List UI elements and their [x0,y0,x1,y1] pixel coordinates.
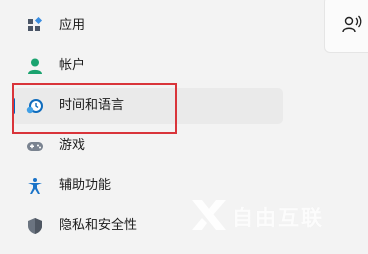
account-icon [26,57,44,75]
gaming-icon [26,137,44,155]
x-logo-icon [190,198,228,236]
sidebar-item-label: 应用 [59,18,86,33]
privacy-shield-icon [26,217,44,235]
sidebar-item-label: 帐户 [59,58,86,73]
sidebar-item-apps[interactable]: 应用 [12,8,283,44]
sidebar-item-account[interactable]: 帐户 [12,48,283,84]
accessibility-icon [26,177,44,195]
watermark: 自由互联 [182,196,362,236]
watermark-text: 自由互联 [232,206,324,230]
apps-icon [26,16,44,35]
highlight-annotation-box [12,83,177,134]
voice-activity-icon [342,14,362,34]
voice-activity-card[interactable] [324,0,368,53]
sidebar-item-label: 隐私和安全性 [59,218,138,233]
sidebar-item-label: 辅助功能 [59,178,112,193]
